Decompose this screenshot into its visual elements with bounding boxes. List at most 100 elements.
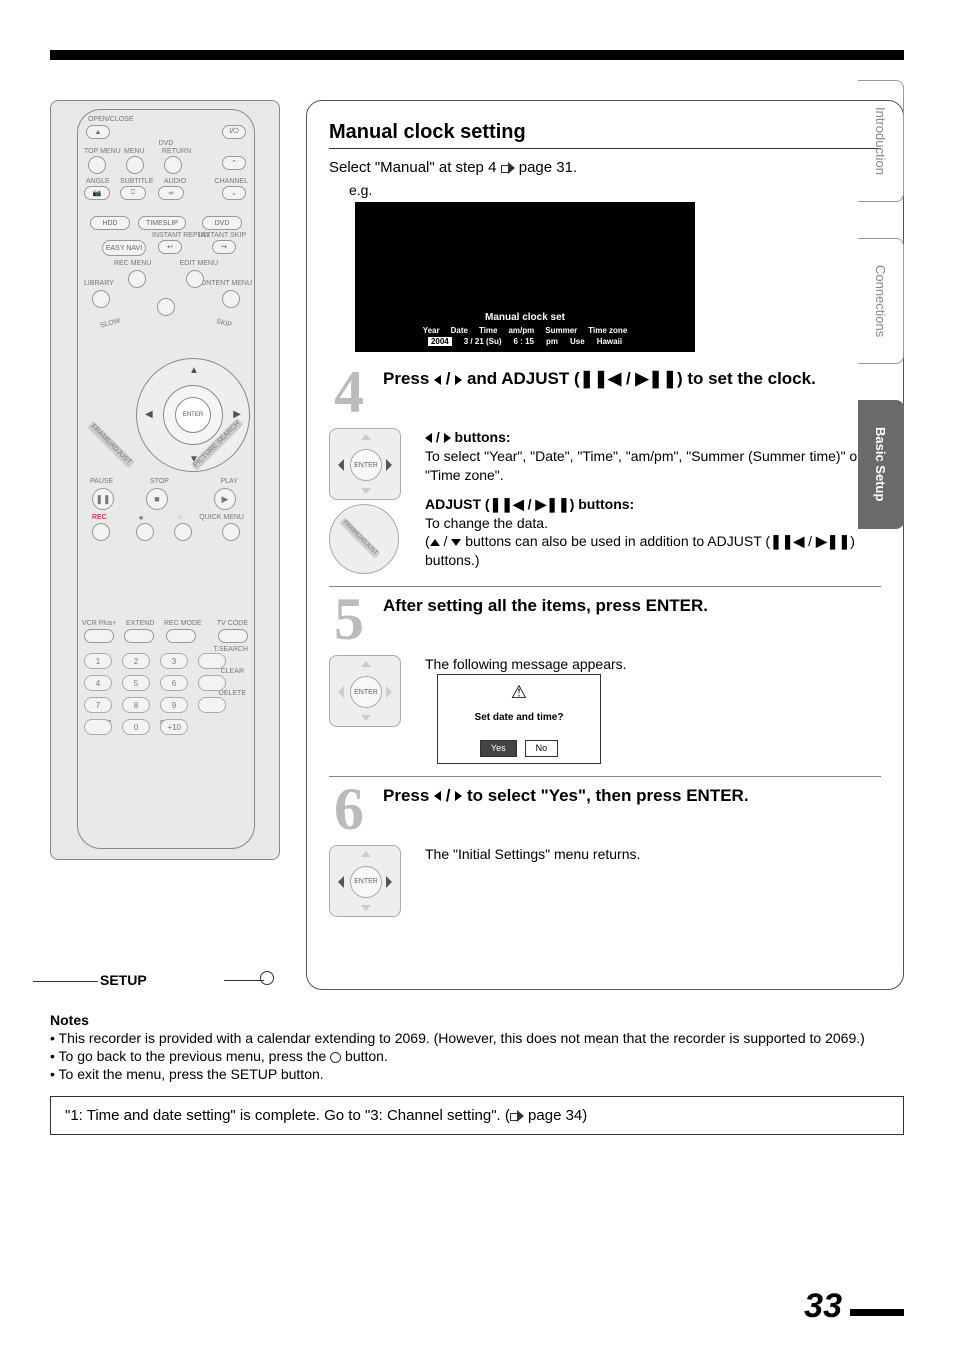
left-arrow-icon [434,375,441,385]
dialog-message: Set date and time? [444,711,594,725]
tsearch-label: T.SEARCH [213,646,248,653]
angle-button: 📷 [84,186,110,200]
instruction-panel: Manual clock setting Select "Manual" at … [306,100,904,990]
delete-button [198,697,226,713]
enter-icon: ENTER [350,449,382,481]
dpad-icon: ENTER [329,655,401,727]
key-8: 8 [122,697,150,713]
step-4: 4 Press / and ADJUST (❚❚◀ / ▶❚❚) to set … [329,368,881,416]
step-6-body: The "Initial Settings" menu returns. [425,845,640,864]
stop-button: ■ [146,488,168,510]
circle-icon [330,1052,341,1063]
dvd-button: DVD [202,216,242,230]
col-summer: Summer [545,326,577,335]
channel-up-button: ⌃ [222,156,246,170]
openclose-button: ▲ [86,125,110,139]
angle-label: ANGLE [86,178,110,185]
menu-label: MENU [124,148,145,155]
vcrplus-label: VCR Plus+ [82,620,116,627]
step-6-heading: Press / to select "Yes", then press ENTE… [383,785,749,807]
clear-button [198,675,226,691]
extend-button [124,629,154,643]
recmode-button [166,629,196,643]
rec-button [92,523,110,541]
col-date: Date [451,326,468,335]
notes-section: Notes This recorder is provided with a c… [50,1012,904,1082]
navigation-dpad: ENTER ◀ ▶ ▲ ▼ [136,358,250,472]
easynavi-button: EASY NAVI [102,240,146,256]
warning-icon: ⚠ [444,683,594,701]
notes-heading: Notes [50,1012,904,1028]
val-ampm: pm [546,337,558,346]
val-tz: Hawaii [597,337,622,346]
enter-icon: ENTER [350,866,382,898]
note-1: This recorder is provided with a calenda… [50,1030,904,1046]
key-2: 2 [122,653,150,669]
side-tabs: Introduction Connections Basic Setup [858,80,904,1230]
val-time: 6 : 15 [514,337,534,346]
setup-callout-line-left [33,981,98,982]
right-arrow-icon [501,162,515,174]
dpad-icon: ENTER [329,428,401,500]
audio-button: ∞ [158,186,184,200]
topmenu-button [88,156,106,174]
osd-title: Manual clock set [355,312,695,323]
footer-box: "1: Time and date setting" is complete. … [50,1096,904,1135]
pause-label: PAUSE [90,478,113,485]
lr-buttons-body: To select "Year", "Date", "Time", "am/pm… [425,447,881,485]
adjust-buttons-note: ( / buttons can also be used in addition… [425,532,881,570]
contentmenu-button [222,290,240,308]
setup-callout: SETUP [100,972,147,988]
key-7: 7 [84,697,112,713]
key-9: 9 [160,697,188,713]
tab-introduction: Introduction [858,80,904,202]
col-tz: Time zone [588,326,627,335]
eg-label: e.g. [349,182,881,198]
note-2: To go back to the previous menu, press t… [50,1048,904,1064]
key-plus10: +10 [160,719,188,735]
stop-label: STOP [150,478,169,485]
step-6: 6 Press / to select "Yes", then press EN… [329,785,881,833]
numeric-keypad: 1 2 3 4 5 6 7 8 [84,653,226,741]
editmenu-button [186,270,204,288]
dpad-icon: ENTER [329,845,401,917]
step-4-number: 4 [329,368,369,416]
dialog-yes-button: Yes [480,740,517,756]
val-summer: Use [570,337,585,346]
step-5-heading: After setting all the items, press ENTER… [383,595,708,617]
audio-label: AUDIO [164,178,186,185]
key-0: 0 [122,719,150,735]
subtitle-button: ⎕ [120,186,146,200]
setup-button [84,719,112,735]
adjust-buttons-body: To change the data. [425,514,881,533]
key-5: 5 [122,675,150,691]
key-1: 1 [84,653,112,669]
ring-button [174,523,192,541]
library-label: LIBRARY [84,280,114,287]
confirm-dialog: ⚠ Set date and time? Yes No [437,674,601,764]
panel-title: Manual clock setting [329,121,881,149]
library-button [92,290,110,308]
remote-illustration: OPEN/CLOSE ▲ I/⏻ DVD TOP MENU MENU RETUR… [50,100,280,860]
extend-label: EXTEND [126,620,154,627]
dvd-label: DVD [159,140,174,147]
lr-buttons-head: / buttons: [425,428,881,447]
openclose-label: OPEN/CLOSE [88,116,134,123]
col-time: Time [479,326,498,335]
tab-connections: Connections [858,238,904,364]
key-3: 3 [160,653,188,669]
page-number: 33 [804,1287,904,1326]
instantreplay-button: ↩ [158,240,182,254]
col-year: Year [423,326,440,335]
tvcode-label: TV CODE [217,620,248,627]
instantskip-button: ↪ [212,240,236,254]
val-year: 2004 [428,337,452,346]
star-button [136,523,154,541]
slow-label: SLOW [99,317,121,329]
header-bar [50,50,904,60]
quickmenu-label: QUICK MENU [199,514,244,521]
editmenu-label: EDIT MENU [180,260,218,267]
circle-icon [260,971,274,985]
frameadjust-label: FRAME/ADJUST [87,421,134,468]
instantskip-label: INSTANT SKIP [199,232,246,239]
